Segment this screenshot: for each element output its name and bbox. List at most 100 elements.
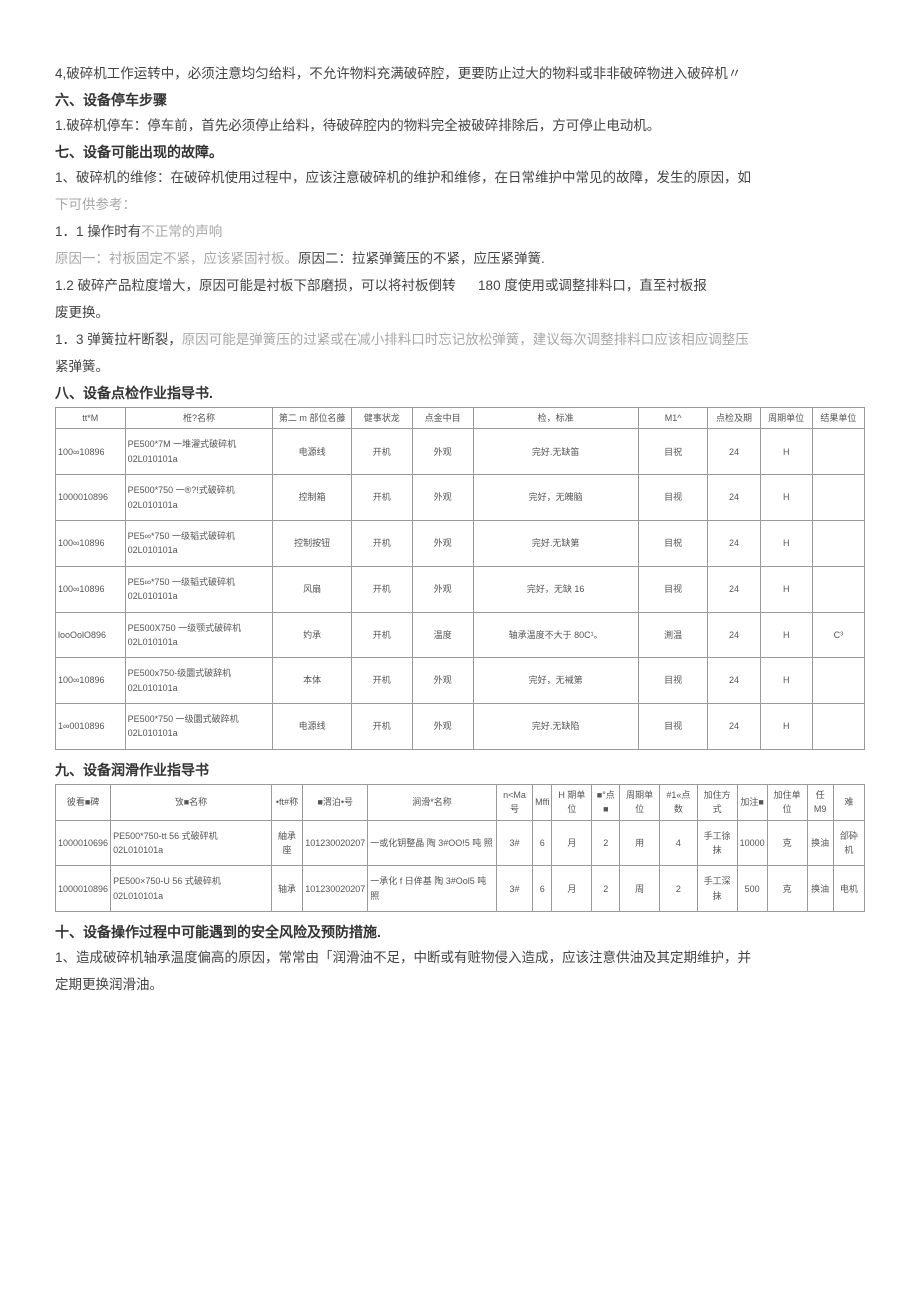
cell: 24	[708, 704, 760, 750]
cell: PE500*7M 一堆濯式破碎机 02L010101a	[125, 429, 273, 475]
cell: 电源线	[273, 704, 351, 750]
cell: 渆温	[638, 612, 708, 658]
txt: 1．3 弹簧拉杆断裂，	[55, 332, 182, 347]
cell: 控制按钮	[273, 520, 351, 566]
col-header: M1^	[638, 408, 708, 429]
cell: 101230020207	[303, 866, 368, 912]
col-header: n<Ma号	[496, 784, 532, 820]
cell: 月	[552, 820, 592, 866]
para-7-2: 1．1 操作时有不正常的声响	[55, 218, 865, 245]
para-7-4b: 废更换。	[55, 299, 865, 326]
cell: 本体	[273, 658, 351, 704]
cell	[812, 429, 864, 475]
cell: PE500X750 一级颚式破碎机 02L010101a	[125, 612, 273, 658]
cell: 开机	[351, 475, 412, 521]
cell: 3#	[496, 820, 532, 866]
cell: 24	[708, 475, 760, 521]
para-7-4a: 1.2 破碎产品粒度增大，原因可能是衬板下部磨损，可以将衬板倒转 180 度使用…	[55, 272, 865, 299]
txt: 1．1 操作时有	[55, 224, 141, 239]
cell: 1000010696	[56, 820, 111, 866]
cell	[812, 520, 864, 566]
cell: 2	[592, 866, 620, 912]
cell: 2	[660, 866, 698, 912]
cell: 手工深抹	[697, 866, 737, 912]
cell: 外观	[412, 475, 473, 521]
para-stop: 1.破碎机停车：停车前，首先必须停止给料，待破碎腔内的物料完全被破碎排除后，方可…	[55, 112, 865, 139]
cell: PE500*750-tt 56 式破砰机 02L010101a	[111, 820, 272, 866]
heading-10: 十、设备操作过程中可能遇到的安全风险及预防措施.	[55, 922, 865, 942]
cell: 100∞10896	[56, 520, 126, 566]
txt-gray: 原因可能是弹簧压的过紧或在减小排料口时忘记放松弹簧，建议每次调整排料口应该相应调…	[182, 332, 749, 347]
cell: 周	[620, 866, 660, 912]
col-header: 任M9	[807, 784, 833, 820]
col-header: 加住单位	[767, 784, 807, 820]
cell: 目祝	[638, 429, 708, 475]
cell: 101230020207	[303, 820, 368, 866]
col-header: tt*M	[56, 408, 126, 429]
para-7-1b: 下可供参考：	[55, 191, 865, 218]
cell: H	[760, 612, 812, 658]
col-header: 健事状龙	[351, 408, 412, 429]
cell: 外观	[412, 658, 473, 704]
cell: 克	[767, 866, 807, 912]
col-header: 栣?名称	[125, 408, 273, 429]
para-7-3: 原因一：衬板固定不紧，应该紧固衬板。原因二：拉紧弹簧压的不紧，应压紧弹簧.	[55, 245, 865, 272]
cell: 温度	[412, 612, 473, 658]
para-10-1: 1、造成破碎机轴承温度偏高的原因，常常由「润滑油不足，中断或有赃物侵入造成，应该…	[55, 944, 865, 971]
col-header: 结果单位	[812, 408, 864, 429]
cell: 外观	[412, 520, 473, 566]
cell: looOolO896	[56, 612, 126, 658]
cell: 完好，无魄脑	[473, 475, 638, 521]
cell	[812, 566, 864, 612]
txt-gray: 原因一：衬板固定不紧，应该紧固衬板。	[55, 251, 298, 266]
txt-gray: 不正常的声响	[141, 224, 222, 239]
cell: 一或化钥整晶 陶 3#OO!5 吨 照	[368, 820, 496, 866]
cell: H	[760, 520, 812, 566]
cell: 目柷	[638, 520, 708, 566]
cell: 月	[552, 866, 592, 912]
table-head-row: 彼看■碑攷■名称•ft#称■渭泊•号涧滑*名称n<Ma号MffiH 期单位■°点…	[56, 784, 865, 820]
col-header: 检，标准	[473, 408, 638, 429]
cell: 500	[737, 866, 767, 912]
cell: 开机	[351, 658, 412, 704]
cell: 1∞0010896	[56, 704, 126, 750]
col-header: ■°点■	[592, 784, 620, 820]
cell: 紬承座	[271, 820, 302, 866]
cell: 手工徐抹	[697, 820, 737, 866]
cell: H	[760, 429, 812, 475]
cell: 外观	[412, 566, 473, 612]
table-row: looOolO896PE500X750 一级颚式破碎机 02L010101a妁承…	[56, 612, 865, 658]
cell: 外观	[412, 704, 473, 750]
col-header: #1«点数	[660, 784, 698, 820]
heading-8: 八、设备点检作业指导书.	[55, 383, 865, 403]
col-header: 加注■	[737, 784, 767, 820]
cell: 用	[620, 820, 660, 866]
col-header: 第二 m 部位名藤	[273, 408, 351, 429]
cell: 开机	[351, 429, 412, 475]
cell: 开机	[351, 704, 412, 750]
cell: H	[760, 475, 812, 521]
cell: 100∞10896	[56, 658, 126, 704]
cell: 100∞10896	[56, 566, 126, 612]
para-7-1a: 1、破碎机的维修：在破碎机使用过程中，应该注意破碎机的维护和维修，在日常维护中常…	[55, 164, 865, 191]
table-row: 100∞10896PE5∞*750 一级韬式破碎机 02L010101a控制按钮…	[56, 520, 865, 566]
para-4: 4,破碎机工作运转中，必须注意均匀给料，不允许物料充满破碎腔，更要防止过大的物料…	[55, 60, 865, 87]
cell: 一承化 f 日侔基 陶 3#Ool5 吨 照	[368, 866, 496, 912]
cell: 10000	[737, 820, 767, 866]
cell: 开机	[351, 566, 412, 612]
cell: 控制箱	[273, 475, 351, 521]
col-header: 涧滑*名称	[368, 784, 496, 820]
cell: 完好.无缺第	[473, 520, 638, 566]
cell: 轴承	[271, 866, 302, 912]
cell: 完好.无缺陷	[473, 704, 638, 750]
para-10-2: 定期更换润滑油。	[55, 971, 865, 998]
cell	[812, 658, 864, 704]
cell: 6	[533, 820, 552, 866]
table-row: 100∞10896PE5∞*750 一级韬式破碎机 02L010101a风扇开机…	[56, 566, 865, 612]
col-header: 攷■名称	[111, 784, 272, 820]
col-header: ■渭泊•号	[303, 784, 368, 820]
col-header: 点金中目	[412, 408, 473, 429]
cell: 4	[660, 820, 698, 866]
cell: PE500*750 一®?!式破碎机 02L010101a	[125, 475, 273, 521]
table-row: 1000010896PE500*750 一®?!式破碎机 02L010101a控…	[56, 475, 865, 521]
